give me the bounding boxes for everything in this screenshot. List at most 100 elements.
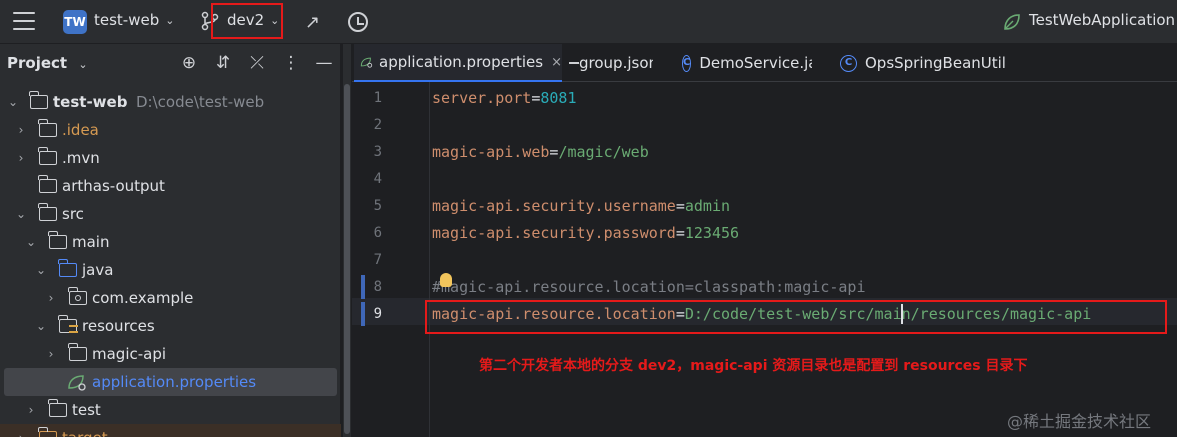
editor: application.properties × group.json C De…: [352, 44, 1177, 437]
line-number: 1: [373, 90, 382, 106]
line-number: 8: [373, 279, 382, 295]
title-bar: TW test-web ⌄ dev2 ⌄ ↗ TestWebApplicatio…: [0, 0, 1177, 44]
branch-name: dev2: [227, 11, 265, 29]
folder-icon: [38, 175, 57, 193]
property-key: magic-api.web: [432, 143, 550, 161]
tree-item-resources[interactable]: ⌄ resources: [0, 312, 341, 340]
chevron-right-icon: ›: [18, 123, 24, 137]
project-badge[interactable]: TW: [63, 10, 87, 34]
locate-target-icon[interactable]: ⊕: [179, 53, 199, 73]
code-line[interactable]: server.port=8081: [432, 89, 577, 107]
module-folder-icon: [29, 91, 48, 109]
project-view-selector[interactable]: Project ⌄: [7, 54, 88, 72]
code-line-comment[interactable]: #magic-api.resource.location=classpath:m…: [432, 278, 865, 296]
chevron-right-icon: ›: [15, 431, 27, 437]
chevron-down-icon: ⌄: [7, 95, 19, 109]
folder-icon: [48, 231, 67, 249]
more-options-icon[interactable]: ⋮: [281, 53, 301, 73]
line-number: 6: [373, 225, 382, 241]
close-icon[interactable]: ×: [551, 55, 562, 70]
line-number: 2: [373, 117, 382, 133]
line-number: 5: [373, 198, 382, 214]
line-number: 9: [373, 306, 382, 322]
source-folder-icon: [58, 259, 77, 277]
tab-application-properties[interactable]: application.properties ×: [354, 44, 562, 82]
tree-path: D:\code\test-web: [136, 93, 265, 111]
tab-group-json[interactable]: group.json: [569, 44, 653, 82]
project-scrollbar-thumb[interactable]: [344, 84, 350, 434]
history-clock-icon[interactable]: [348, 12, 368, 32]
tree-item-arthas-output[interactable]: arthas-output: [0, 172, 341, 200]
folder-icon: [38, 119, 57, 137]
line-number: 4: [373, 171, 382, 187]
run-configuration[interactable]: TestWebApplication: [1029, 11, 1175, 29]
line-number: 7: [373, 252, 382, 268]
tree-label: arthas-output: [62, 177, 165, 195]
tab-label: OpsSpringBeanUtil: [865, 54, 1006, 72]
main-menu-icon[interactable]: [13, 12, 35, 30]
tree-item-idea[interactable]: › .idea: [0, 116, 341, 144]
excluded-folder-icon: [38, 427, 57, 437]
watermark: @稀土掘金技术社区: [1007, 412, 1152, 431]
tab-opsspringbeanutil[interactable]: C OpsSpringBeanUtil: [840, 44, 1010, 82]
tree-label: magic-api: [92, 345, 167, 363]
tree-label: resources: [82, 317, 155, 335]
tab-label: DemoService.java: [699, 54, 812, 72]
tree-item-test[interactable]: › test: [0, 396, 341, 424]
tree-item-java[interactable]: ⌄ java: [0, 256, 341, 284]
tree-item-com-example[interactable]: › com.example: [0, 284, 341, 312]
tree-item-test-web[interactable]: ⌄ test-web D:\code\test-web: [0, 88, 341, 116]
project-switcher[interactable]: test-web ⌄: [94, 11, 174, 29]
tree-label: com.example: [92, 289, 194, 307]
code-line[interactable]: magic-api.web=/magic/web: [432, 143, 649, 161]
tree-item-application-properties[interactable]: application.properties: [4, 368, 337, 396]
expand-all-icon[interactable]: ⇵: [213, 53, 233, 73]
editor-tab-bar: application.properties × group.json C De…: [352, 44, 1177, 82]
lightbulb-icon[interactable]: [440, 273, 452, 287]
tree-item-magic-api[interactable]: › magic-api: [0, 340, 341, 368]
package-icon: [68, 287, 87, 305]
tree-label: src: [62, 205, 84, 223]
tab-demoservice[interactable]: C DemoService.java: [682, 44, 812, 82]
chevron-down-icon: ⌄: [35, 263, 47, 277]
property-value: 8081: [540, 89, 577, 107]
tree-item-target[interactable]: › target: [0, 424, 341, 437]
chevron-down-icon: ⌄: [270, 13, 280, 27]
tree-label: .mvn: [62, 149, 100, 167]
chevron-right-icon: ›: [28, 403, 34, 417]
panel-title: Project: [7, 54, 68, 72]
chevron-down-icon: ⌄: [25, 235, 37, 249]
tree-label: java: [82, 261, 114, 279]
tree-item-src[interactable]: ⌄ src: [0, 200, 341, 228]
project-name: test-web: [94, 11, 160, 29]
branch-switcher[interactable]: dev2 ⌄: [227, 11, 279, 29]
tree-item-main[interactable]: ⌄ main: [0, 228, 341, 256]
folder-icon: [48, 399, 67, 417]
spring-properties-icon: [360, 57, 373, 68]
property-value: admin: [684, 197, 731, 215]
tree-item-mvn[interactable]: › .mvn: [0, 144, 341, 172]
property-key: server.port: [432, 89, 532, 107]
tab-label: application.properties: [379, 53, 544, 71]
project-panel-header: Project ⌄ ⊕ ⇵ ⤫ ⋮ —: [0, 44, 341, 82]
gutter-divider: [429, 82, 430, 437]
tree-label: .idea: [62, 121, 99, 139]
code-line[interactable]: magic-api.security.username=admin: [432, 197, 730, 215]
tree-label: main: [72, 233, 110, 251]
tree-label: application.properties: [92, 373, 257, 391]
tree-label: test-web: [53, 93, 128, 111]
property-key: magic-api.security.password: [432, 224, 676, 242]
line-highlight-box: [425, 300, 1167, 334]
collapse-all-icon[interactable]: ⤫: [247, 53, 267, 73]
java-class-icon: C: [840, 54, 857, 72]
push-arrow-icon[interactable]: ↗: [305, 12, 320, 33]
chevron-right-icon: ›: [48, 347, 54, 361]
tree-label: test: [72, 401, 101, 419]
chevron-down-icon: ⌄: [35, 319, 47, 333]
project-panel: Project ⌄ ⊕ ⇵ ⤫ ⋮ — ⌄ test-web D:\code\t…: [0, 44, 341, 437]
property-key: magic-api.security.username: [432, 197, 676, 215]
minimize-icon[interactable]: —: [314, 53, 334, 73]
chevron-down-icon: ⌄: [78, 58, 88, 71]
code-line[interactable]: magic-api.security.password=123456: [432, 224, 739, 242]
folder-icon: [38, 203, 57, 221]
